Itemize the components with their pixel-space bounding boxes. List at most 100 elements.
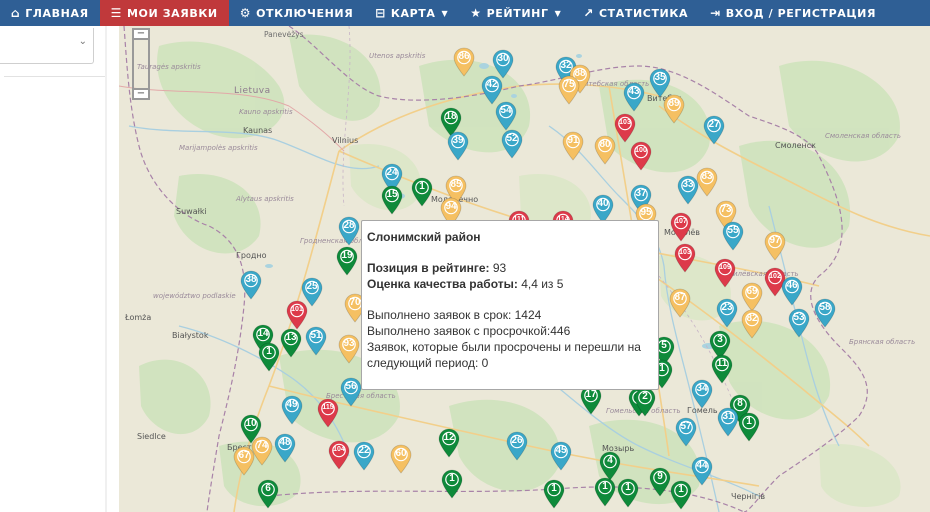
nav-item-4[interactable]: ★ РЕЙТИНГ ▼ (459, 0, 572, 26)
rating-marker[interactable]: 93 (337, 334, 361, 364)
rating-marker[interactable]: 67 (232, 446, 256, 476)
rating-marker[interactable]: 75 (557, 75, 581, 105)
rating-marker[interactable]: 23 (715, 298, 739, 328)
marker-rank: 104 (333, 446, 345, 453)
rating-marker[interactable]: 100 (629, 141, 653, 171)
filter-select[interactable]: ⌄ (0, 28, 94, 64)
zoom-in-button[interactable]: − (132, 28, 150, 40)
rating-marker[interactable]: 15 (380, 185, 404, 215)
rating-marker[interactable]: 13 (279, 328, 303, 358)
rating-marker[interactable]: 34 (690, 379, 714, 409)
rating-marker[interactable]: 1 (737, 412, 761, 442)
nav-item-0[interactable]: ⌂ ГЛАВНАЯ (0, 0, 100, 26)
rating-marker[interactable]: 51 (304, 326, 328, 356)
map-label: Kauno apskritis (239, 108, 293, 116)
rating-marker[interactable]: 1 (669, 480, 693, 510)
rating-marker[interactable]: 109 (713, 258, 737, 288)
rating-marker[interactable]: 49 (280, 395, 304, 425)
marker-rank: 19 (341, 250, 353, 261)
marker-rank: 44 (696, 460, 708, 471)
rating-marker[interactable]: 39 (446, 131, 470, 161)
rating-marker[interactable]: 69 (740, 282, 764, 312)
rating-marker[interactable]: 12 (437, 428, 461, 458)
rating-marker[interactable]: 26 (505, 431, 529, 461)
marker-rank: 1 (266, 346, 272, 357)
rating-marker[interactable]: 82 (740, 309, 764, 339)
marker-rank: 97 (769, 235, 781, 246)
marker-rank: 1 (746, 416, 752, 427)
rating-marker[interactable]: 6 (256, 479, 280, 509)
rating-marker[interactable]: 45 (549, 441, 573, 471)
rating-marker[interactable]: 43 (622, 82, 646, 112)
rating-marker[interactable]: 83 (695, 167, 719, 197)
rating-marker[interactable]: 57 (674, 417, 698, 447)
rating-marker[interactable]: 80 (593, 135, 617, 165)
marker-rank: 39 (452, 135, 464, 146)
map-canvas[interactable]: − − Panevėžys Utenos apskritis Lietuva T… (119, 26, 930, 512)
marker-rank: 30 (497, 53, 509, 64)
popup-quality-line: Оценка качества работы: 4,4 из 5 (367, 276, 650, 292)
rating-marker[interactable]: 1 (410, 177, 434, 207)
marker-rank: 87 (674, 292, 686, 303)
rating-marker[interactable]: 56 (339, 377, 363, 407)
rating-marker[interactable]: 44 (690, 456, 714, 486)
rating-marker[interactable]: 1 (542, 479, 566, 509)
marker-rank: 95 (640, 207, 652, 218)
rating-marker[interactable]: 86 (452, 47, 476, 77)
rank-label: Позиция в рейтинге: (367, 261, 490, 275)
rating-marker[interactable]: 19 (335, 246, 359, 276)
rating-marker[interactable]: 104 (327, 440, 351, 470)
rating-marker[interactable]: 97 (763, 231, 787, 261)
rating-marker[interactable]: 107 (669, 212, 693, 242)
rating-marker[interactable]: 91 (561, 131, 585, 161)
nav-item-5[interactable]: ↗ СТАТИСТИКА (572, 0, 699, 26)
marker-rank: 35 (654, 72, 666, 83)
marker-rank: 26 (511, 435, 523, 446)
marker-rank: 10 (245, 418, 257, 429)
marker-rank: 54 (500, 105, 512, 116)
marker-rank: 28 (343, 220, 355, 231)
marker-rank: 55 (727, 225, 739, 236)
marker-rank: 109 (719, 264, 731, 271)
marker-rank: 80 (599, 139, 611, 150)
caret-down-icon: ▼ (554, 8, 562, 18)
rating-marker[interactable]: 55 (721, 221, 745, 251)
nav-item-2[interactable]: ⚙ ОТКЛЮЧЕНИЯ (229, 0, 365, 26)
map-label: Брянская область (849, 338, 916, 346)
marker-rank: 107 (675, 218, 687, 225)
rating-marker[interactable]: 1 (593, 477, 617, 507)
rating-marker[interactable]: 58 (813, 298, 837, 328)
carried-over-line-2: следующий период: 0 (367, 356, 489, 370)
map-label: Panevėžys (264, 30, 304, 39)
quality-value: 4,4 из 5 (521, 277, 564, 291)
rating-marker[interactable]: 87 (668, 288, 692, 318)
marker-rank: 86 (458, 51, 470, 62)
rating-marker[interactable]: 48 (273, 433, 297, 463)
rating-marker[interactable]: 1 (440, 469, 464, 499)
rating-marker[interactable]: 1 (257, 342, 281, 372)
rating-marker[interactable]: 54 (494, 101, 518, 131)
rating-marker[interactable]: 89 (662, 94, 686, 124)
rating-marker[interactable]: 1 (616, 478, 640, 508)
rating-marker[interactable]: 103 (673, 243, 697, 273)
rating-marker[interactable]: 60 (389, 444, 413, 474)
zoom-out-button[interactable]: − (132, 88, 150, 100)
nav-item-6[interactable]: ⇥ ВХОД / РЕГИСТРАЦИЯ (699, 0, 887, 26)
rating-marker[interactable]: 52 (500, 129, 524, 159)
rating-marker[interactable]: 27 (702, 115, 726, 145)
nav-item-3[interactable]: ⊟ КАРТА ▼ (364, 0, 459, 26)
rating-marker[interactable]: 46 (780, 276, 804, 306)
rating-marker[interactable]: 2 (633, 387, 657, 417)
list-icon: ☰ (110, 6, 122, 20)
rating-marker[interactable]: 53 (787, 308, 811, 338)
rating-marker[interactable]: 115 (316, 398, 340, 428)
nav-item-1[interactable]: ☰ МОИ ЗАЯВКИ (99, 0, 229, 26)
marker-rank: 6 (265, 483, 271, 494)
nav-item-label: СТАТИСТИКА (598, 6, 689, 20)
rating-marker[interactable]: 22 (352, 441, 376, 471)
region-info-popup: Слонимский район Позиция в рейтинге: 93 … (361, 220, 659, 390)
home-icon: ⌂ (11, 6, 21, 20)
marker-rank: 48 (279, 437, 291, 448)
rating-marker[interactable]: 38 (239, 270, 263, 300)
rating-marker[interactable]: 28 (337, 216, 361, 246)
